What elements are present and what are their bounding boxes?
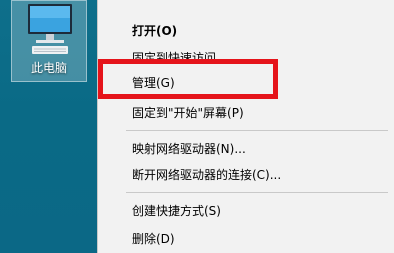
menu-separator [126, 130, 388, 131]
menu-item-manage[interactable]: 管理(G) [98, 71, 394, 95]
computer-icon [28, 4, 72, 54]
menu-item-pin-start[interactable]: 固定到"开始"屏幕(P) [98, 101, 394, 125]
context-menu: 打开(O) 固定到快速访问 管理(G) 固定到"开始"屏幕(P) 映射网络驱动器… [97, 0, 394, 253]
menu-item-disconnect-network-drive[interactable]: 断开网络驱动器的连接(C)... [98, 163, 394, 187]
menu-separator [126, 192, 388, 193]
menu-item-delete[interactable]: 删除(D) [98, 227, 394, 251]
desktop-icon-label: 此电脑 [30, 61, 67, 75]
menu-item-map-network-drive[interactable]: 映射网络驱动器(N)... [98, 137, 394, 161]
menu-item-open[interactable]: 打开(O) [98, 19, 394, 43]
desktop-icon-this-pc[interactable]: 此电脑 [11, 0, 87, 82]
menu-item-create-shortcut[interactable]: 创建快捷方式(S) [98, 199, 394, 223]
menu-item-pin-quick-access[interactable]: 固定到快速访问 [98, 46, 394, 66]
